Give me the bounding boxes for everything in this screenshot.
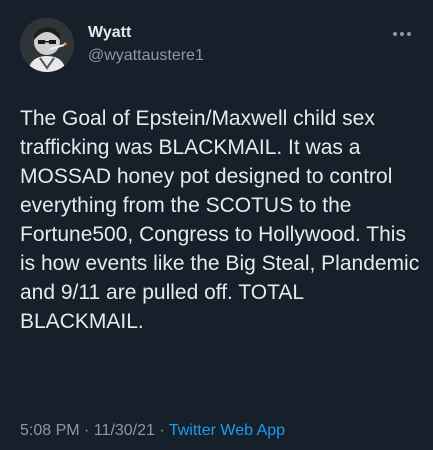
meta-separator: · xyxy=(159,422,165,439)
tweet-metadata: 5:08 PM · 11/30/21 · Twitter Web App xyxy=(20,421,285,441)
avatar[interactable] xyxy=(20,18,74,72)
tweet-time[interactable]: 5:08 PM xyxy=(20,422,80,439)
profile-photo-icon xyxy=(20,18,74,72)
meta-separator: · xyxy=(84,422,90,439)
tweet-text: The Goal of Epstein/Maxwell child sex tr… xyxy=(20,107,420,333)
more-horizontal-icon[interactable] xyxy=(390,26,414,42)
author-display-name[interactable]: Wyatt xyxy=(88,23,131,43)
tweet-date[interactable]: 11/30/21 xyxy=(94,422,155,439)
source-app-link[interactable]: Twitter Web App xyxy=(169,422,285,439)
author-handle[interactable]: @wyattaustere1 xyxy=(88,46,204,66)
tweet-card: Wyatt @wyattaustere1 The Goal of Epstein… xyxy=(0,0,433,450)
